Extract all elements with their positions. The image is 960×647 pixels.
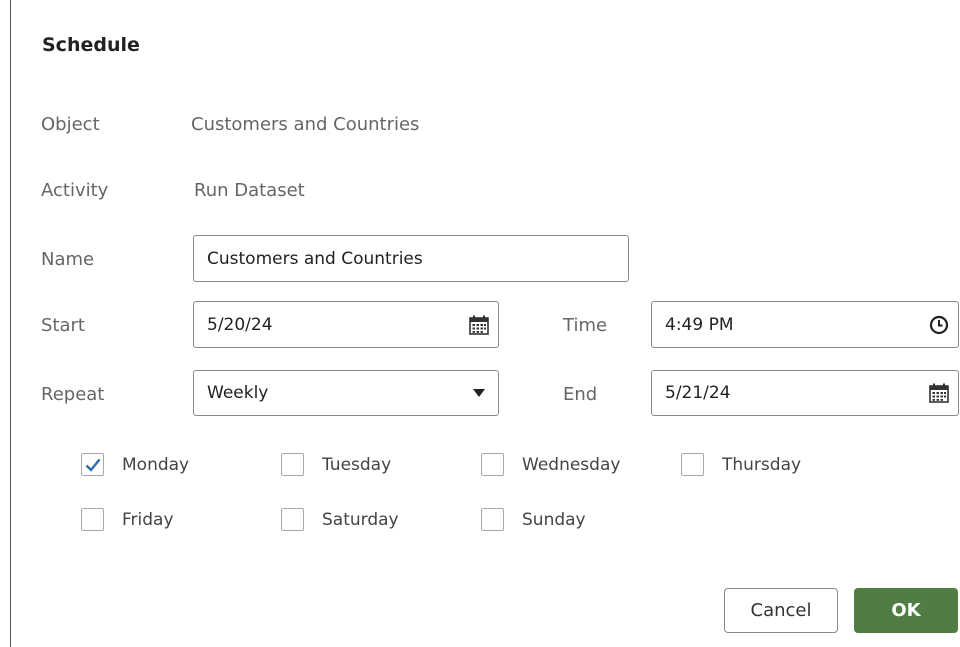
checkbox-label: Saturday (322, 509, 399, 530)
calendar-icon[interactable] (928, 382, 950, 404)
cancel-button[interactable]: Cancel (724, 588, 838, 633)
object-value: Customers and Countries (191, 114, 420, 135)
end-date-field[interactable]: 5/21/24 (651, 370, 959, 416)
name-label: Name (41, 249, 95, 270)
schedule-dialog: Schedule Object Customers and Countries … (10, 0, 960, 647)
checkbox[interactable] (281, 453, 304, 476)
day-checkbox-thursday[interactable]: Thursday (681, 453, 801, 476)
repeat-select[interactable]: Weekly (193, 370, 499, 416)
activity-value: Run Dataset (194, 180, 305, 201)
day-checkbox-sunday[interactable]: Sunday (481, 508, 586, 531)
checkbox[interactable] (681, 453, 704, 476)
checkbox[interactable] (281, 508, 304, 531)
repeat-label: Repeat (41, 384, 105, 405)
time-label: Time (563, 315, 608, 336)
calendar-icon[interactable] (468, 314, 490, 336)
checkbox-label: Sunday (522, 509, 586, 530)
end-date-value: 5/21/24 (665, 383, 731, 403)
end-label: End (563, 384, 598, 405)
clock-icon[interactable] (928, 314, 950, 336)
checkbox[interactable] (481, 453, 504, 476)
start-label: Start (41, 315, 85, 336)
day-checkbox-friday[interactable]: Friday (81, 508, 174, 531)
day-checkbox-saturday[interactable]: Saturday (281, 508, 399, 531)
ok-button[interactable]: OK (854, 588, 958, 633)
checkbox-label: Wednesday (522, 454, 621, 475)
time-field[interactable]: 4:49 PM (651, 301, 959, 348)
checkbox-label: Monday (122, 454, 190, 475)
repeat-value: Weekly (207, 383, 269, 403)
dialog-title: Schedule (42, 34, 140, 56)
start-date-value: 5/20/24 (207, 314, 273, 335)
checkbox[interactable] (481, 508, 504, 531)
chevron-down-icon (468, 382, 490, 404)
day-checkbox-tuesday[interactable]: Tuesday (281, 453, 391, 476)
start-date-field[interactable]: 5/20/24 (193, 301, 499, 348)
name-field-value: Customers and Countries (207, 248, 423, 269)
time-value: 4:49 PM (665, 314, 734, 335)
day-checkbox-monday[interactable]: Monday (81, 453, 189, 476)
activity-label: Activity (41, 180, 109, 201)
checkbox-label: Thursday (722, 454, 802, 475)
checkbox-label: Tuesday (322, 454, 392, 475)
name-field[interactable]: Customers and Countries (193, 235, 629, 282)
object-label: Object (41, 114, 100, 135)
checkbox-label: Friday (122, 509, 174, 530)
day-checkbox-wednesday[interactable]: Wednesday (481, 453, 620, 476)
checkbox[interactable] (81, 508, 104, 531)
checkbox[interactable] (81, 453, 104, 476)
